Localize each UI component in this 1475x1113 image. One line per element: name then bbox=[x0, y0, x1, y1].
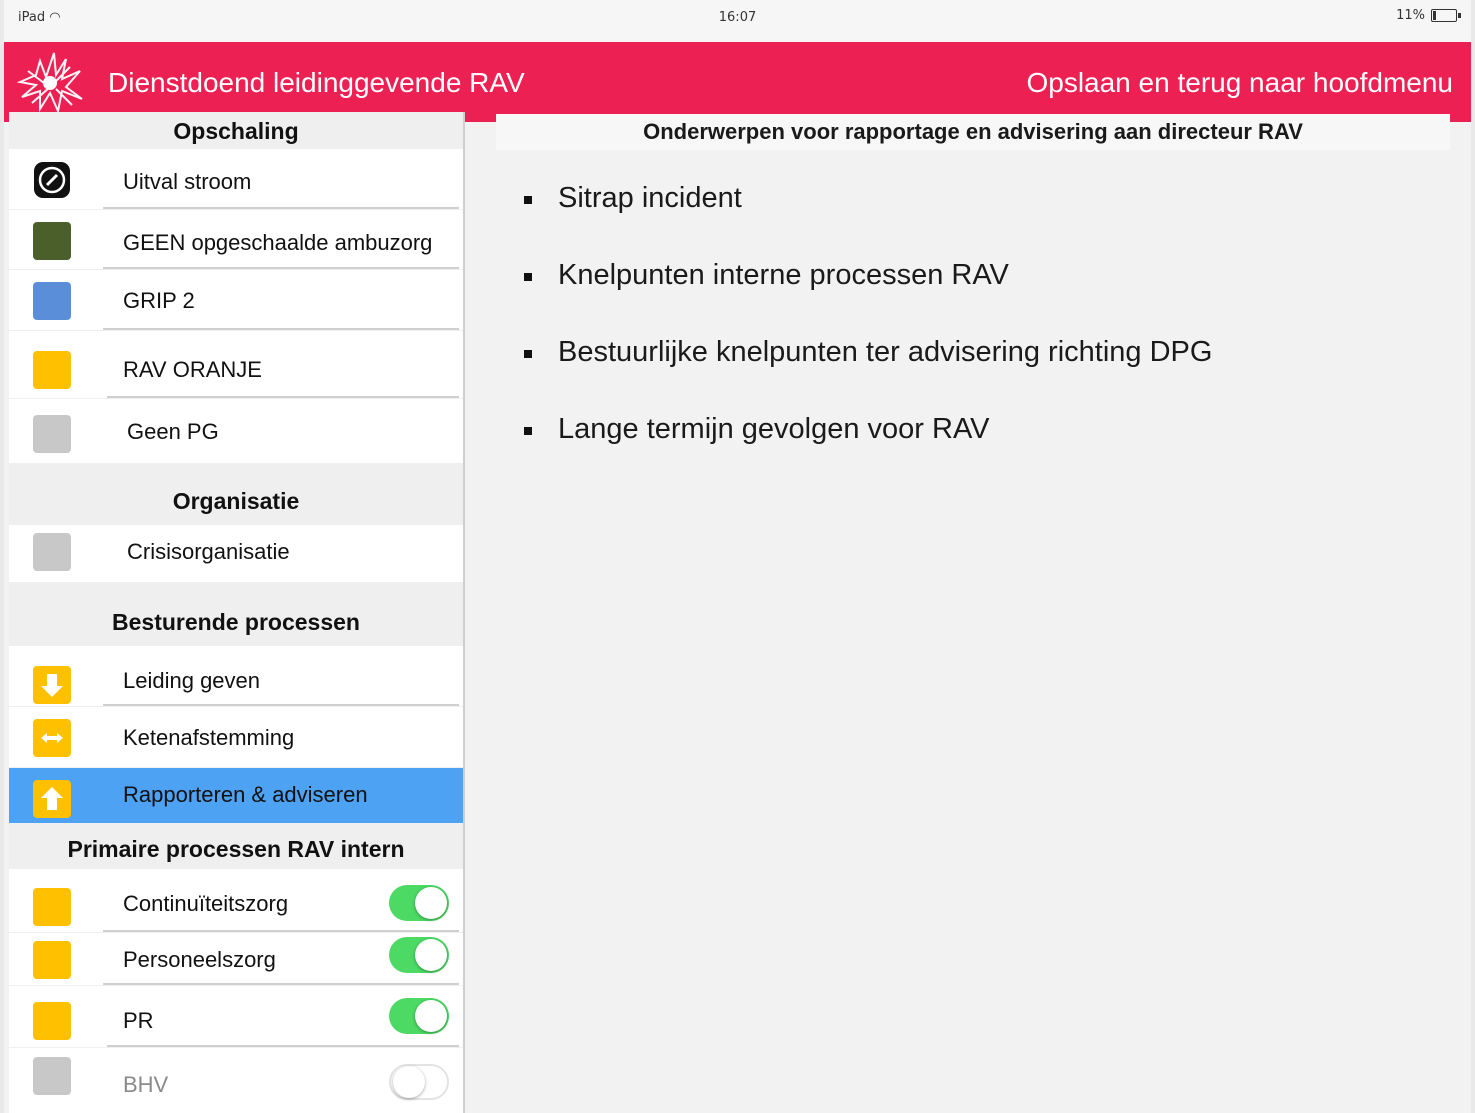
arrow-down-icon bbox=[33, 666, 71, 704]
list-item: Lange termijn gevolgen voor RAV bbox=[522, 413, 1212, 490]
battery-indicator: 11% bbox=[1396, 8, 1461, 23]
sidebar: Opschaling Uitval stroom GEEN opgeschaal… bbox=[9, 112, 465, 1113]
sidebar-item-ketenafstemming[interactable]: Ketenafstemming bbox=[9, 707, 463, 767]
list-item-text: Lange termijn gevolgen voor RAV bbox=[558, 413, 990, 445]
bullet-icon bbox=[524, 427, 532, 435]
status-bar: iPad ◠ 16:07 11% bbox=[4, 0, 1471, 42]
status-square-icon bbox=[33, 222, 71, 260]
sidebar-item-continuiteitszorg[interactable]: Continuïteitszorg bbox=[9, 869, 463, 932]
topic-list: Sitrap incident Knelpunten interne proce… bbox=[522, 182, 1212, 490]
bullet-icon bbox=[524, 273, 532, 281]
bullet-icon bbox=[524, 196, 532, 204]
sidebar-item-grip-2[interactable]: GRIP 2 bbox=[9, 270, 463, 330]
status-square-icon bbox=[33, 941, 71, 979]
status-square-icon bbox=[33, 533, 71, 571]
personeelszorg-toggle[interactable] bbox=[389, 937, 449, 973]
list-item-text: Sitrap incident bbox=[558, 182, 742, 214]
sidebar-item-leiding-geven[interactable]: Leiding geven bbox=[9, 646, 463, 706]
content-heading: Onderwerpen voor rapportage en adviserin… bbox=[496, 114, 1450, 150]
status-square-icon bbox=[33, 888, 71, 926]
sidebar-item-label: PR bbox=[123, 1008, 154, 1033]
status-square-icon bbox=[33, 351, 71, 389]
list-item: Knelpunten interne processen RAV bbox=[522, 259, 1212, 336]
list-item-text: Bestuurlijke knelpunten ter advisering r… bbox=[558, 336, 1213, 368]
sidebar-item-label: Leiding geven bbox=[123, 668, 261, 693]
battery-icon bbox=[1431, 9, 1461, 22]
section-title-opschaling: Opschaling bbox=[173, 118, 299, 144]
bullet-icon bbox=[524, 350, 532, 358]
battery-percent: 11% bbox=[1396, 8, 1425, 23]
sidebar-item-label: Personeelszorg bbox=[123, 947, 276, 972]
list-item-text: Knelpunten interne processen RAV bbox=[558, 259, 1009, 291]
sidebar-item-label: Ketenafstemming bbox=[123, 725, 295, 750]
sidebar-item-rapporteren-adviseren[interactable]: Rapporteren & adviseren bbox=[9, 768, 463, 823]
status-time: 16:07 bbox=[718, 10, 757, 25]
list-item: Bestuurlijke knelpunten ter advisering r… bbox=[522, 336, 1212, 413]
sidebar-item-uitval-stroom[interactable]: Uitval stroom bbox=[9, 149, 463, 209]
sidebar-item-label: GEEN opgeschaalde ambuzorg bbox=[123, 230, 433, 255]
sidebar-item-label: Uitval stroom bbox=[123, 169, 252, 194]
app-logo bbox=[10, 47, 90, 117]
pr-toggle[interactable] bbox=[389, 998, 449, 1034]
status-square-icon bbox=[33, 1057, 71, 1095]
list-item: Sitrap incident bbox=[522, 182, 1212, 259]
sidebar-item-crisisorganisatie[interactable]: Crisisorganisatie bbox=[9, 525, 463, 582]
sidebar-item-label: RAV ORANJE bbox=[123, 357, 262, 382]
sidebar-item-geen-opgeschaalde-ambuzorg[interactable]: GEEN opgeschaalde ambuzorg bbox=[9, 210, 463, 269]
status-square-icon bbox=[33, 415, 71, 453]
section-title-besturende-processen: Besturende processen bbox=[112, 609, 360, 635]
save-and-back-button[interactable]: Opslaan en terug naar hoofdmenu bbox=[1026, 67, 1453, 99]
sidebar-item-pr[interactable]: PR bbox=[9, 986, 463, 1047]
sidebar-item-label: GRIP 2 bbox=[123, 288, 195, 313]
page-title: Dienstdoend leidinggevende RAV bbox=[108, 67, 525, 98]
continuiteitszorg-toggle[interactable] bbox=[389, 885, 449, 921]
section-title-organisatie: Organisatie bbox=[172, 488, 300, 514]
bhv-toggle[interactable] bbox=[389, 1064, 449, 1100]
sidebar-item-label: Rapporteren & adviseren bbox=[123, 782, 368, 807]
sidebar-item-geen-pg[interactable]: Geen PG bbox=[9, 399, 463, 463]
status-square-icon bbox=[33, 282, 71, 320]
sidebar-item-label: Crisisorganisatie bbox=[127, 539, 290, 564]
arrow-up-icon bbox=[33, 780, 71, 818]
sidebar-item-bhv[interactable]: BHV bbox=[9, 1048, 463, 1113]
status-square-icon bbox=[33, 1002, 71, 1040]
power-failure-icon bbox=[33, 161, 71, 199]
sidebar-item-rav-oranje[interactable]: RAV ORANJE bbox=[9, 331, 463, 398]
sidebar-item-personeelszorg[interactable]: Personeelszorg bbox=[9, 933, 463, 985]
arrows-horizontal-icon bbox=[33, 719, 71, 757]
sidebar-item-label: Continuïteitszorg bbox=[123, 891, 289, 916]
sidebar-item-label: Geen PG bbox=[127, 419, 219, 444]
section-title-primaire-processen: Primaire processen RAV intern bbox=[67, 836, 405, 862]
app-header: Dienstdoend leidinggevende RAV Opslaan e… bbox=[4, 42, 1471, 122]
sidebar-item-label: BHV bbox=[123, 1072, 169, 1097]
